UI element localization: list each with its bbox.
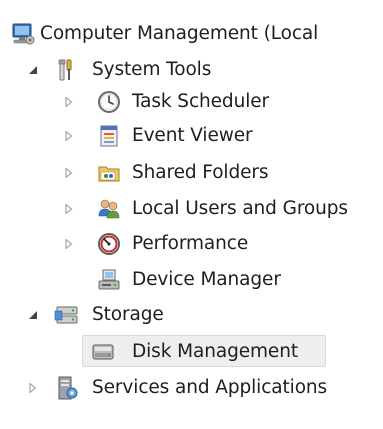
computer-management-icon <box>10 21 36 47</box>
tree-item-label: Event Viewer <box>132 125 253 146</box>
device-manager-icon <box>96 267 122 293</box>
clock-icon <box>96 89 122 115</box>
tree-item-services-and-applications[interactable]: Services and Applications <box>0 370 383 406</box>
disk-icon <box>90 339 116 365</box>
tree-item-label: Device Manager <box>132 269 281 290</box>
shared-folder-icon <box>96 160 122 186</box>
expanded-arrow-icon[interactable] <box>28 310 38 320</box>
expanded-arrow-icon[interactable] <box>28 65 38 75</box>
tree-item-label: Services and Applications <box>92 377 328 398</box>
users-icon <box>96 196 122 222</box>
event-viewer-icon <box>96 123 122 149</box>
collapsed-arrow-icon[interactable] <box>64 239 74 249</box>
collapsed-arrow-icon[interactable] <box>64 97 74 107</box>
collapsed-arrow-icon[interactable] <box>64 131 74 141</box>
storage-icon <box>54 302 80 328</box>
tree-item-task-scheduler[interactable]: Task Scheduler <box>0 84 300 120</box>
tree-item-event-viewer[interactable]: Event Viewer <box>0 118 280 154</box>
tree-item-label: Storage <box>92 304 164 325</box>
performance-icon <box>96 231 122 257</box>
services-icon <box>54 375 80 401</box>
tree-item-label: Disk Management <box>132 341 298 362</box>
collapsed-arrow-icon[interactable] <box>28 383 38 393</box>
tree-item-label: System Tools <box>92 59 212 80</box>
tree-item-performance[interactable]: Performance <box>0 226 280 262</box>
tree-item-label: Performance <box>132 233 249 254</box>
tree-item-computer-management[interactable]: Computer Management (Local <box>0 16 383 52</box>
tree-item-storage[interactable]: Storage <box>0 297 200 333</box>
tree-item-label: Task Scheduler <box>132 91 270 112</box>
tree-item-label: Local Users and Groups <box>132 198 348 219</box>
collapsed-arrow-icon[interactable] <box>64 204 74 214</box>
tree-item-system-tools[interactable]: System Tools <box>0 52 260 88</box>
tree-item-disk-management[interactable]: Disk Management <box>0 334 330 370</box>
tools-icon <box>54 57 80 83</box>
tree-item-device-manager[interactable]: Device Manager <box>0 262 300 298</box>
tree-item-label: Computer Management (Local <box>40 23 319 44</box>
console-tree: Computer Management (Local System Tools <box>0 0 383 429</box>
tree-item-local-users-and-groups[interactable]: Local Users and Groups <box>0 191 383 227</box>
tree-item-label: Shared Folders <box>132 162 269 183</box>
collapsed-arrow-icon[interactable] <box>64 168 74 178</box>
tree-item-shared-folders[interactable]: Shared Folders <box>0 155 300 191</box>
